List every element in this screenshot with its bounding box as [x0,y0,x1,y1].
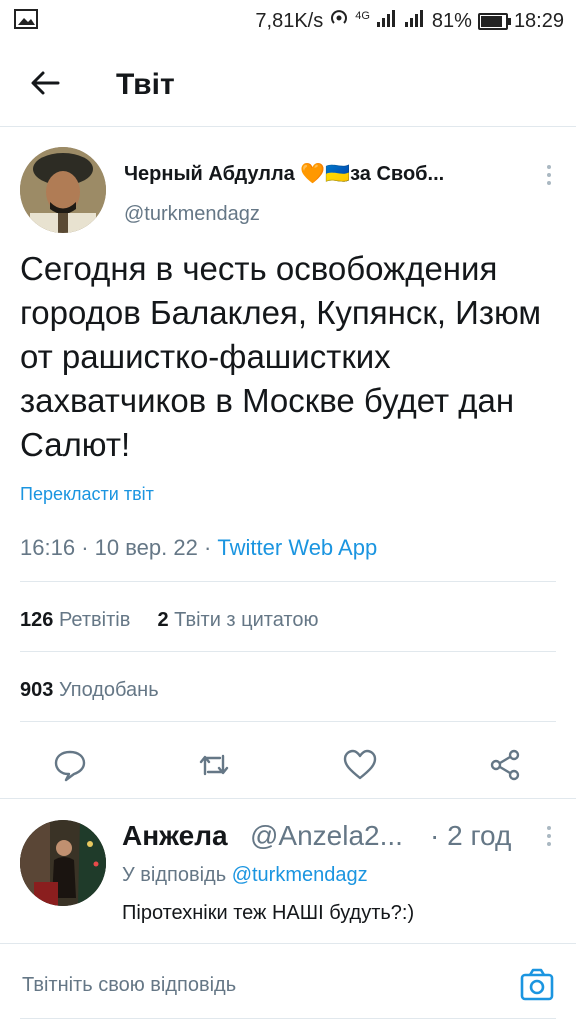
signal-icon-2 [404,8,426,34]
divider [20,721,556,722]
app-header: Твіт [0,42,576,127]
mention-link[interactable]: @turkmendagz [232,864,368,886]
composer-underline [20,1018,556,1019]
reply-time: · 2 год [430,820,512,851]
hotspot-icon [329,8,349,34]
likes-label: Уподобань [58,679,159,701]
battery-icon [477,12,511,30]
reply-input[interactable]: Твітніть свою відповідь [22,974,236,997]
replying-prefix: У відповідь [122,864,227,886]
tweet-meta: 16:16 · 10 вер. 22 · Twitter Web App [20,535,377,561]
like-icon[interactable] [342,747,378,783]
reply-composer[interactable]: Твітніть свою відповідь [0,944,576,1024]
signal-icon [376,8,398,34]
reply-author-name[interactable]: Анжела [122,820,228,852]
avatar[interactable] [20,820,106,906]
reply-icon[interactable] [52,747,88,783]
likes-count: 903 [20,679,54,701]
camera-icon[interactable] [520,968,554,1002]
more-options-icon[interactable] [546,163,552,187]
translate-link[interactable]: Перекласти твіт [20,484,154,505]
tweet-actions [0,739,576,789]
retweets-count: 126 [20,609,54,631]
divider [20,581,556,582]
quotes-label: Твіти з цитатою [174,609,319,631]
reply-author-handle[interactable]: @Anzela2... [250,820,403,852]
battery-percent: 81% [431,9,472,32]
image-icon [14,8,38,35]
network-type: 4G [355,10,370,22]
network-speed: 7,81K/s [255,9,324,32]
tweet-text: Сегодня в честь освобождения городов Бал… [20,250,542,463]
tweet-date: 10 вер. 22 [94,535,198,560]
section-divider [0,798,576,799]
retweet-stats[interactable]: 126 Ретвітів 2 Твіти з цитатою [20,609,318,632]
tweet-time: 16:16 [20,535,76,560]
status-bar: 7,81K/s 4G 81% 18:29 [0,0,576,38]
reply-text: Піротехніки теж НАШІ будуть?:) [122,902,415,924]
likes-stats[interactable]: 903 Уподобань [20,679,159,702]
retweet-icon[interactable] [196,747,232,783]
clock: 18:29 [513,9,564,32]
source-app-link[interactable]: Twitter Web App [217,535,377,560]
replying-to: У відповідь @turkmendagz [122,864,368,887]
author-name[interactable]: Черный Абдулла 🧡🇺🇦за Своб... [124,161,444,186]
more-options-icon[interactable] [546,824,552,848]
arrow-left-icon[interactable] [28,66,62,100]
meta-separator: · [203,535,218,560]
quotes-count: 2 [157,609,169,631]
page-title: Твіт [116,68,175,101]
meta-separator: · [81,535,95,560]
divider [20,651,556,652]
share-icon[interactable] [488,747,524,783]
retweets-label: Ретвітів [58,609,131,631]
reply-tweet[interactable]: Анжела @Anzela2... · 2 год У відповідь @… [0,800,576,942]
author-handle[interactable]: @turkmendagz [124,203,260,226]
avatar[interactable] [20,147,106,233]
